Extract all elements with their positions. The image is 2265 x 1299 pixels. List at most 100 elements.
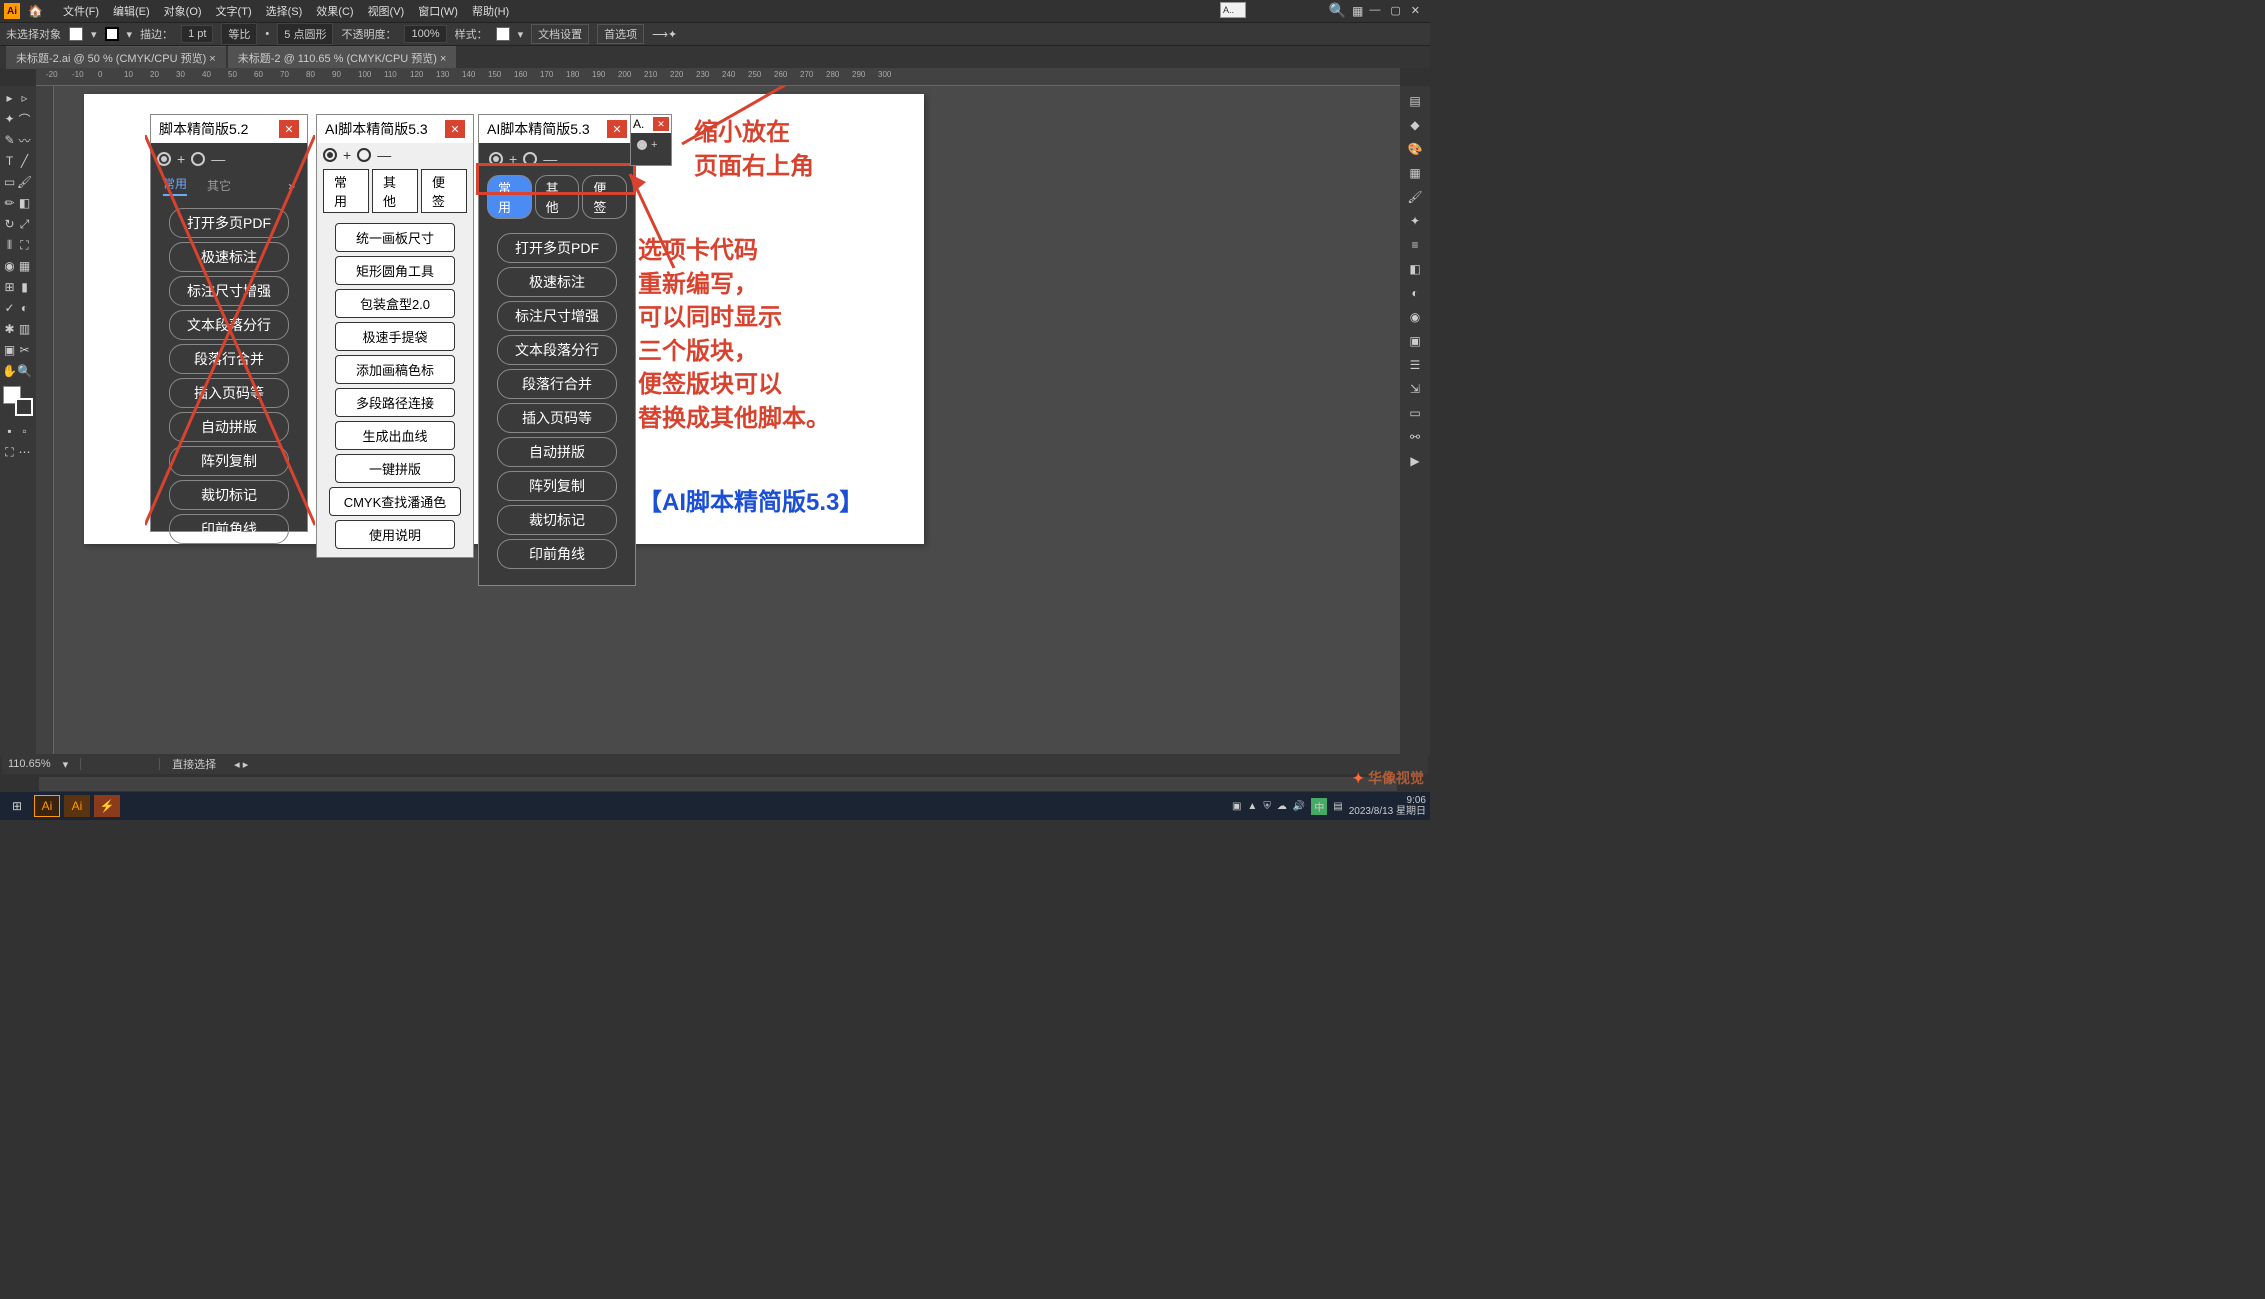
p2-btn-4[interactable]: 添加画稿色标 — [335, 355, 455, 384]
taskbar-app-3[interactable]: ⚡ — [94, 795, 120, 817]
tray-icon[interactable]: ▤ — [1333, 801, 1342, 812]
appearance-icon[interactable]: ◉ — [1404, 306, 1426, 328]
p3-btn-2[interactable]: 标注尺寸增强 — [497, 301, 617, 331]
edit-toolbar[interactable]: ⋯ — [17, 442, 32, 462]
menu-effect[interactable]: 效果(C) — [312, 1, 357, 21]
p1-btn-0[interactable]: 打开多页PDF — [169, 208, 289, 238]
p3-btn-1[interactable]: 极速标注 — [497, 267, 617, 297]
radio-on-icon[interactable] — [157, 152, 171, 166]
rectangle-tool[interactable]: ▭ — [2, 172, 17, 192]
eraser-tool[interactable]: ◧ — [17, 193, 32, 213]
blend-tool[interactable]: ◐ — [17, 298, 32, 318]
p1-btn-8[interactable]: 裁切标记 — [169, 480, 289, 510]
panel3-close-button[interactable]: ✕ — [607, 120, 627, 138]
p2-btn-0[interactable]: 统一画板尺寸 — [335, 223, 455, 252]
p2-btn-7[interactable]: 一键拼版 — [335, 454, 455, 483]
p2-btn-6[interactable]: 生成出血线 — [335, 421, 455, 450]
radio-off-icon[interactable] — [357, 148, 371, 162]
shape-builder-tool[interactable]: ◉ — [2, 256, 17, 276]
libraries-icon[interactable]: ◆ — [1404, 114, 1426, 136]
slice-tool[interactable]: ✂ — [17, 340, 32, 360]
p1-btn-1[interactable]: 极速标注 — [169, 242, 289, 272]
start-button[interactable]: ⊞ — [4, 795, 30, 817]
symbol-sprayer-tool[interactable]: ✱ — [2, 319, 17, 339]
p3-btn-4[interactable]: 段落行合并 — [497, 369, 617, 399]
panel2-tab-common[interactable]: 常用 — [323, 169, 369, 213]
lasso-tool[interactable]: ⌒ — [17, 109, 32, 129]
align-icon[interactable]: ⟶✦ — [652, 28, 677, 41]
brush-select[interactable]: 5 点圆形 — [277, 23, 333, 45]
menu-object[interactable]: 对象(O) — [160, 1, 206, 21]
panel2-tab-other[interactable]: 其他 — [372, 169, 418, 213]
p1-btn-9[interactable]: 印前角线 — [169, 514, 289, 544]
close-button[interactable]: ✕ — [1411, 4, 1420, 17]
panel1-close-button[interactable]: ✕ — [279, 120, 299, 138]
taskbar-ai-2[interactable]: Ai — [64, 795, 90, 817]
properties-icon[interactable]: ▤ — [1404, 90, 1426, 112]
taskbar-ai-1[interactable]: Ai — [34, 795, 60, 817]
color-icon[interactable]: 🎨 — [1404, 138, 1426, 160]
preferences-button[interactable]: 首选项 — [597, 24, 644, 44]
panel4-close-button[interactable]: ✕ — [653, 117, 669, 131]
panel1-tab-other[interactable]: 其它 — [207, 177, 231, 194]
p3-btn-5[interactable]: 插入页码等 — [497, 403, 617, 433]
docked-mini-panel[interactable]: A.. — [1220, 2, 1246, 18]
paintbrush-tool[interactable]: 🖌 — [17, 172, 32, 192]
pen-tool[interactable]: ✎ — [2, 130, 17, 150]
tray-icon[interactable]: ▣ — [1232, 801, 1241, 812]
links-icon[interactable]: ⚯ — [1404, 426, 1426, 448]
p1-btn-7[interactable]: 阵列复制 — [169, 446, 289, 476]
maximize-button[interactable]: ▢ — [1390, 4, 1400, 17]
symbols-icon[interactable]: ✦ — [1404, 210, 1426, 232]
p3-btn-9[interactable]: 印前角线 — [497, 539, 617, 569]
direct-selection-tool[interactable]: ▹ — [17, 88, 32, 108]
p3-btn-7[interactable]: 阵列复制 — [497, 471, 617, 501]
menu-edit[interactable]: 编辑(E) — [109, 1, 154, 21]
radio-on-icon[interactable] — [323, 148, 337, 162]
actions-icon[interactable]: ▶ — [1404, 450, 1426, 472]
home-icon[interactable]: 🏠 — [28, 4, 43, 18]
p3-btn-3[interactable]: 文本段落分行 — [497, 335, 617, 365]
horizontal-scrollbar[interactable] — [38, 776, 1398, 792]
stroke-icon[interactable]: ≡ — [1404, 234, 1426, 256]
arrange-icon[interactable]: ▦ — [1352, 4, 1363, 18]
menu-type[interactable]: 文字(T) — [212, 1, 256, 21]
perspective-tool[interactable]: ▦ — [17, 256, 32, 276]
fill-swatch[interactable] — [69, 27, 83, 41]
panel1-tab-common[interactable]: 常用 — [163, 175, 187, 196]
free-transform-tool[interactable]: ⛶ — [17, 235, 32, 255]
uniform-select[interactable]: 等比 — [221, 23, 257, 45]
p1-btn-3[interactable]: 文本段落分行 — [169, 310, 289, 340]
type-tool[interactable]: T — [2, 151, 17, 171]
graph-tool[interactable]: ▥ — [17, 319, 32, 339]
scale-tool[interactable]: ⤢ — [17, 214, 32, 234]
eyedropper-tool[interactable]: ✓ — [2, 298, 17, 318]
transparency-icon[interactable]: ◐ — [1404, 282, 1426, 304]
artboards-icon[interactable]: ▭ — [1404, 402, 1426, 424]
panel2-tab-notes[interactable]: 便签 — [421, 169, 467, 213]
style-swatch[interactable] — [496, 27, 510, 41]
rotate-tool[interactable]: ↻ — [2, 214, 17, 234]
tray-icon[interactable]: 🔊 — [1293, 801, 1305, 812]
magic-wand-tool[interactable]: ✦ — [2, 109, 17, 129]
selection-tool[interactable]: ▸ — [2, 88, 17, 108]
radio-off-icon[interactable] — [191, 152, 205, 166]
stroke-width[interactable]: 1 pt — [181, 25, 213, 43]
menu-file[interactable]: 文件(F) — [59, 1, 103, 21]
p2-btn-3[interactable]: 极速手提袋 — [335, 322, 455, 351]
p1-btn-4[interactable]: 段落行合并 — [169, 344, 289, 374]
fill-stroke-control[interactable] — [3, 386, 33, 416]
chevron-right-icon[interactable]: » — [288, 179, 295, 193]
gradient-tool[interactable]: ▮ — [17, 277, 32, 297]
p2-btn-2[interactable]: 包装盒型2.0 — [335, 289, 455, 318]
mesh-tool[interactable]: ⊞ — [2, 277, 17, 297]
gradient-mode[interactable]: ▫ — [17, 421, 32, 441]
panel2-close-button[interactable]: ✕ — [445, 120, 465, 138]
p2-btn-8[interactable]: CMYK查找潘通色 — [329, 487, 462, 516]
stroke-swatch[interactable] — [105, 27, 119, 41]
artboard-tool[interactable]: ▣ — [2, 340, 17, 360]
menu-window[interactable]: 窗口(W) — [414, 1, 462, 21]
radio-on-icon[interactable] — [637, 140, 647, 150]
graphic-styles-icon[interactable]: ▣ — [1404, 330, 1426, 352]
tray-icon[interactable]: ⛨ — [1263, 801, 1271, 812]
